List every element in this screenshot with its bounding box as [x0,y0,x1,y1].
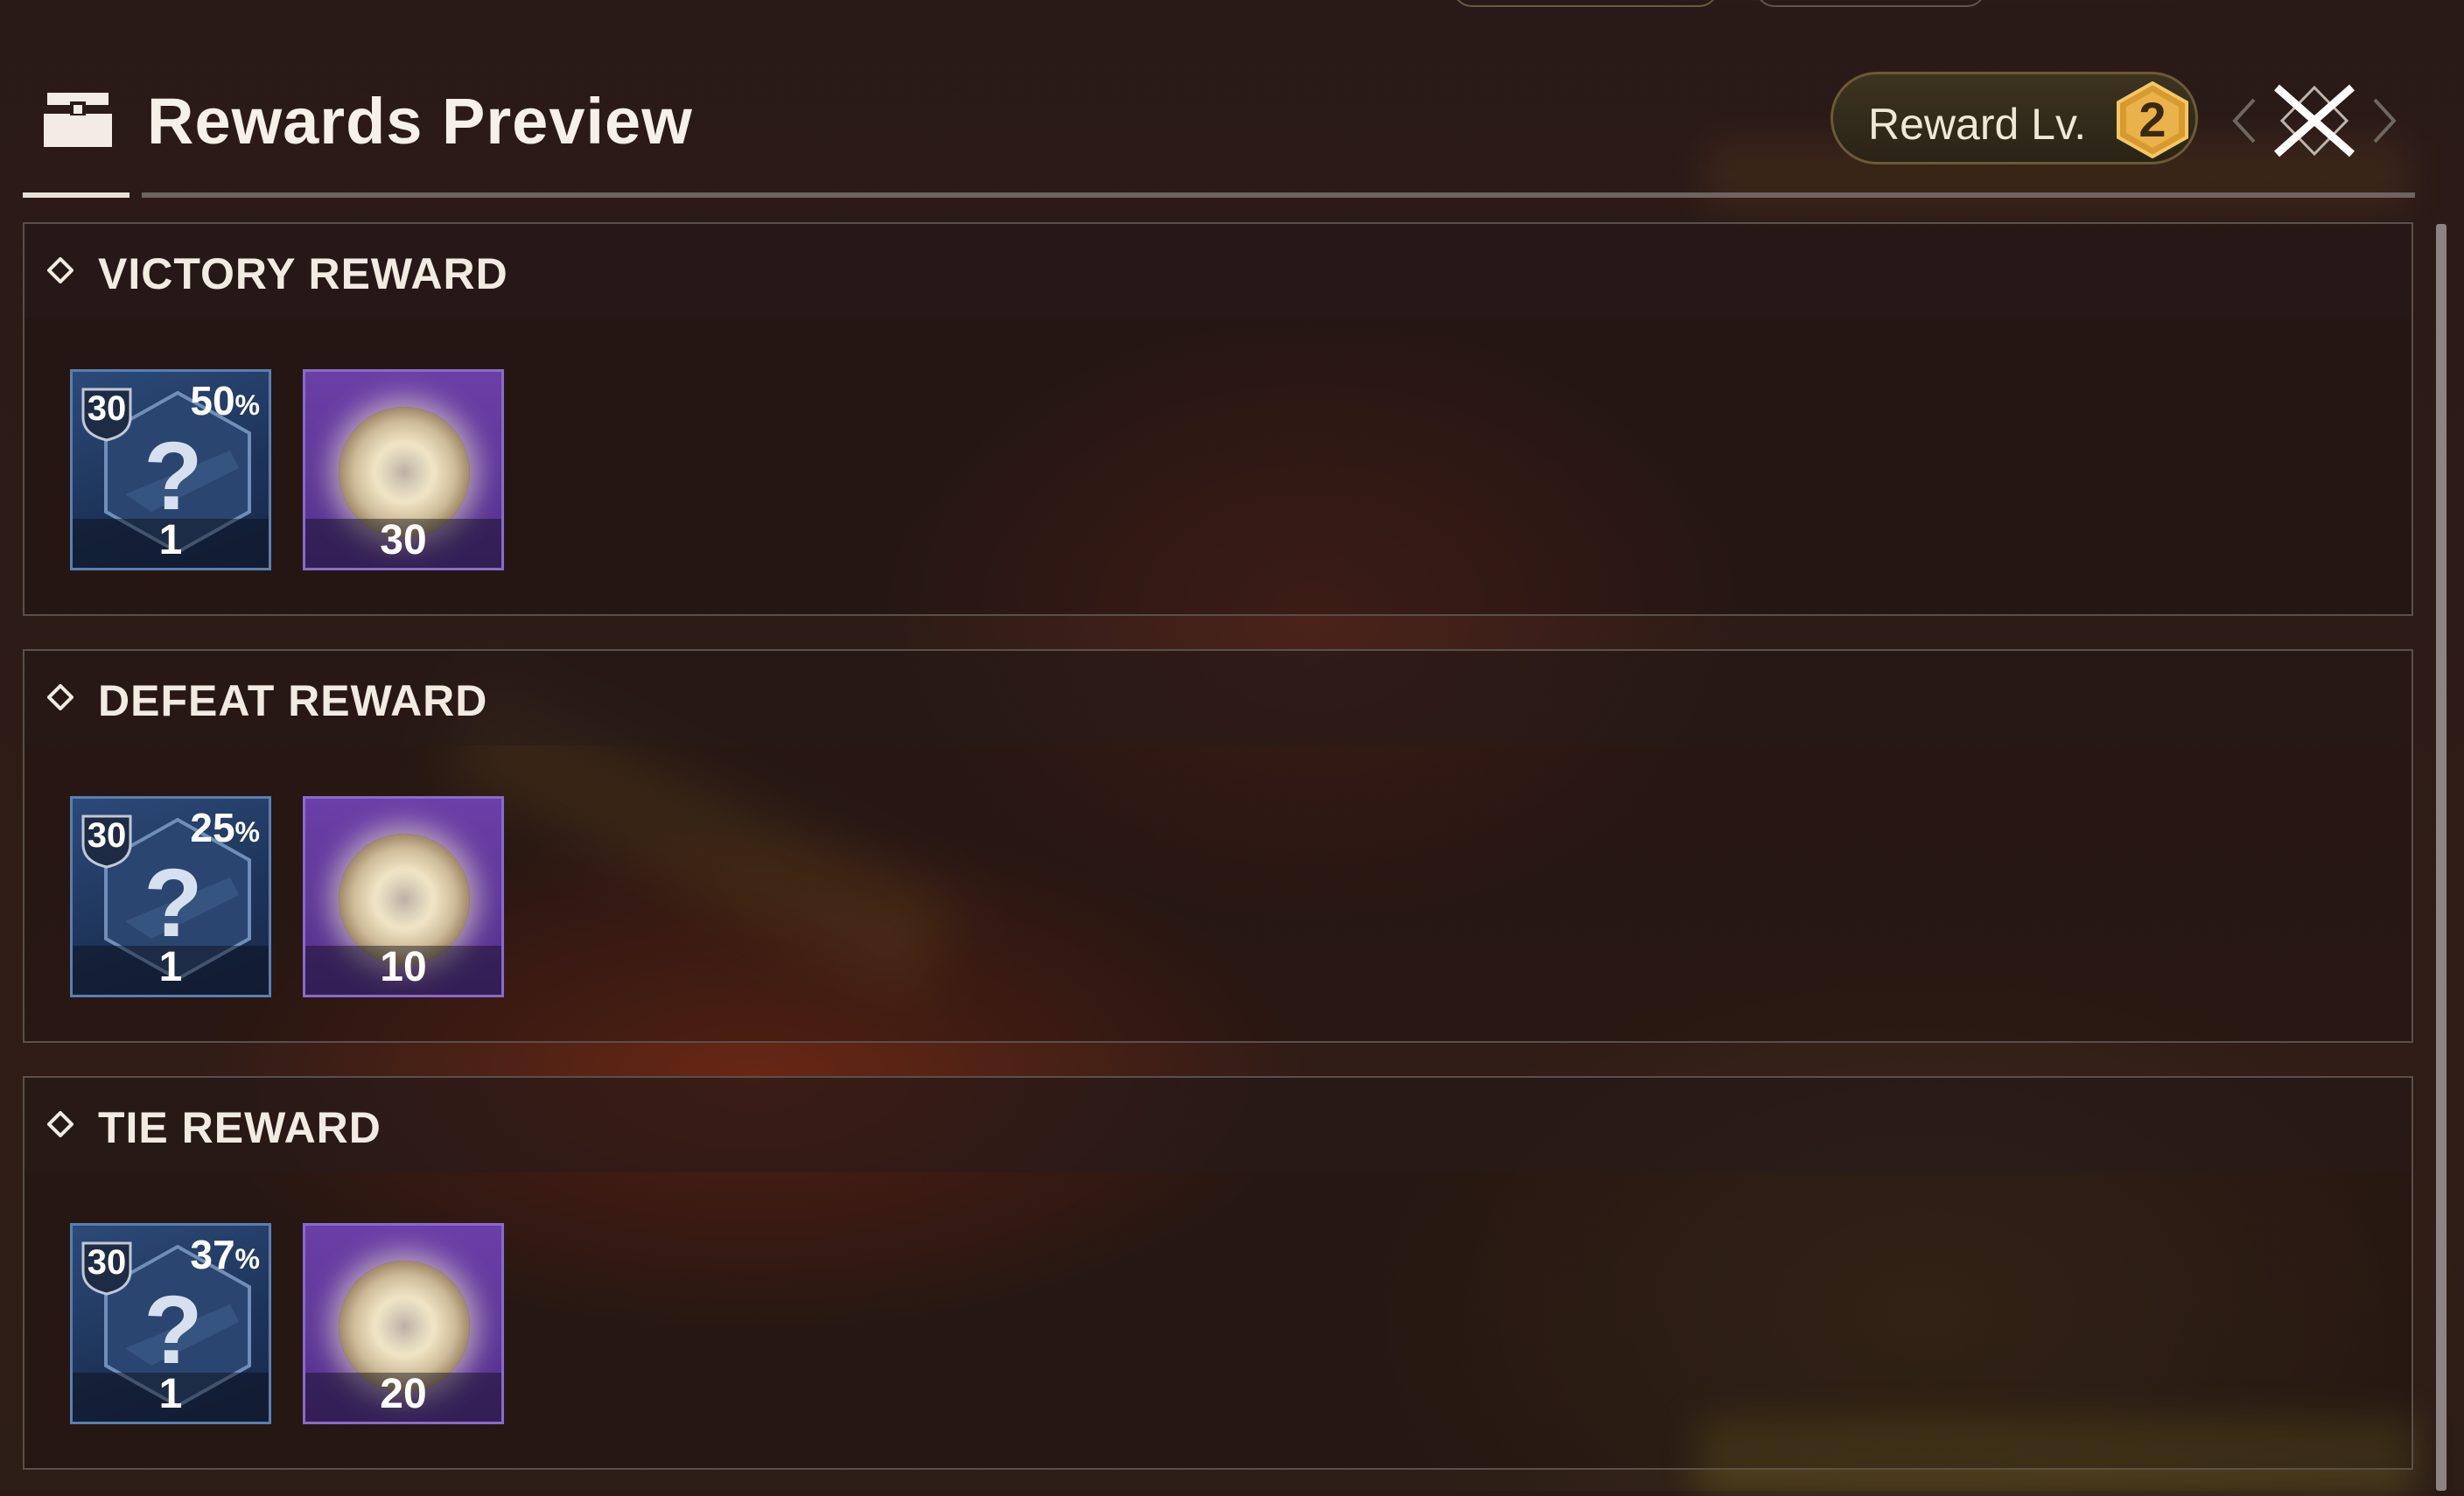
item-count: 30 [380,517,427,563]
tab-divider [142,192,2415,198]
section-header: TIE REWARD [24,1078,2412,1172]
question-mark-icon: ? [144,423,203,530]
victory-reward-section: VICTORY REWARD ? 30 50% 1 30 [23,222,2413,616]
level-shield-icon: 30 [80,813,134,869]
section-header: VICTORY REWARD [24,224,2412,318]
drop-chance: 25% [190,805,260,850]
chevron-left-icon [2232,98,2256,143]
light-orb-core [374,442,435,503]
drop-chance: 50% [190,378,260,423]
reward-item-mystery-weapon[interactable]: ? 30 37% 1 [70,1223,271,1424]
reward-item-mystery-weapon[interactable]: ? 30 50% 1 [70,369,271,570]
level-hexagon-icon: 2 [2115,80,2190,159]
close-button[interactable] [2231,84,2398,157]
chevron-right-icon [2373,98,2397,143]
drop-chance: 37% [190,1232,260,1277]
level-shield-icon: 30 [80,1240,134,1296]
section-title: TIE REWARD [98,1103,382,1152]
tie-reward-section: TIE REWARD ? 30 37% 1 20 [23,1076,2413,1470]
section-title: DEFEAT REWARD [98,676,488,725]
reward-item-light-orb[interactable]: 10 [303,796,504,997]
chest-icon [44,93,112,147]
light-orb-core [374,869,435,930]
item-level: 30 [87,389,127,428]
level-shield-icon: 30 [80,386,134,442]
item-count: 1 [158,944,183,990]
question-mark-icon: ? [144,1276,203,1384]
tab-indicator-active [23,192,130,198]
scrollbar[interactable] [2436,224,2446,1491]
diamond-icon [47,257,74,283]
page-title: Rewards Preview [147,85,693,157]
item-level: 30 [87,1243,127,1282]
close-icon [2274,84,2355,157]
reward-item-light-orb[interactable]: 20 [303,1223,504,1424]
section-title: VICTORY REWARD [98,249,508,298]
reward-item-light-orb[interactable]: 30 [303,369,504,570]
rewards-header: Rewards Preview Reward Lv. 2 [0,0,2464,201]
item-count: 1 [158,517,183,563]
section-header: DEFEAT REWARD [24,651,2412,745]
diamond-icon [47,1111,74,1137]
defeat-reward-section: DEFEAT REWARD ? 30 25% 1 10 [23,649,2413,1043]
reward-level-label: Reward Lv. [1868,100,2087,149]
reward-item-mystery-weapon[interactable]: ? 30 25% 1 [70,796,271,997]
question-mark-icon: ? [144,849,203,957]
item-level: 30 [87,816,127,855]
diamond-icon [47,684,74,710]
reward-level-value: 2 [2138,92,2166,147]
item-count: 1 [158,1371,183,1417]
item-count: 10 [380,944,427,990]
reward-level-badge: Reward Lv. 2 [1830,72,2198,164]
item-count: 20 [380,1371,427,1417]
light-orb-core [374,1296,435,1357]
